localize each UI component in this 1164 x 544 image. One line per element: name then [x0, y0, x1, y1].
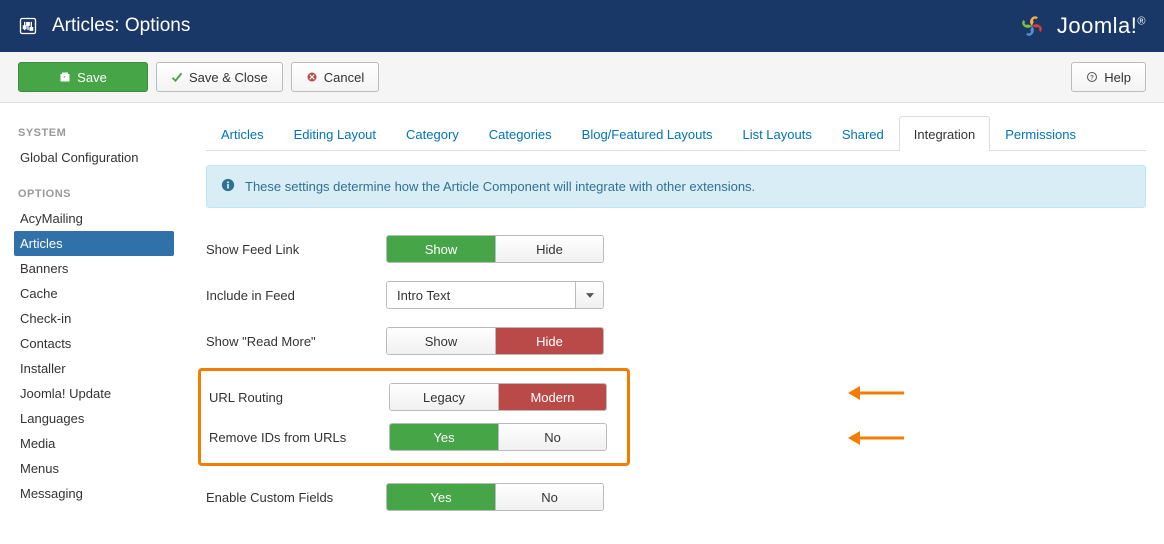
sidebar-item-menus[interactable]: Menus — [18, 456, 180, 481]
tab-editing-layout[interactable]: Editing Layout — [279, 116, 391, 151]
sidebar-group-options: OPTIONS — [18, 188, 180, 200]
opt-show[interactable]: Show — [387, 236, 495, 262]
field-custom-fields: Enable Custom Fields Yes No — [206, 474, 1146, 520]
cancel-label: Cancel — [324, 70, 364, 85]
opt-modern[interactable]: Modern — [498, 384, 606, 410]
opt-no[interactable]: No — [495, 484, 603, 510]
save-close-label: Save & Close — [189, 70, 268, 85]
sidebar-item-articles[interactable]: Articles — [14, 231, 174, 256]
arrow-annotation — [848, 386, 904, 400]
toggle-show-feed-link[interactable]: Show Hide — [386, 235, 604, 263]
tab-shared[interactable]: Shared — [827, 116, 899, 151]
field-show-read-more: Show "Read More" Show Hide — [206, 318, 1146, 364]
sidebar-item-languages[interactable]: Languages — [18, 406, 180, 431]
sidebar-group-system: SYSTEM — [18, 127, 180, 139]
field-show-feed-link: Show Feed Link Show Hide — [206, 226, 1146, 272]
top-header: Articles: Options Joomla!® — [0, 0, 1164, 52]
save-close-button[interactable]: Save & Close — [156, 62, 283, 92]
cancel-button[interactable]: Cancel — [291, 62, 379, 92]
opt-hide[interactable]: Hide — [495, 328, 603, 354]
alert-text: These settings determine how the Article… — [245, 179, 755, 194]
chevron-down-icon[interactable] — [575, 282, 603, 308]
toggle-show-read-more[interactable]: Show Hide — [386, 327, 604, 355]
tab-category[interactable]: Category — [391, 116, 474, 151]
field-remove-ids: Remove IDs from URLs Yes No — [201, 417, 619, 457]
sidebar-item-acymailing[interactable]: AcyMailing — [18, 206, 180, 231]
sidebar-item-messaging[interactable]: Messaging — [18, 481, 180, 506]
info-alert: These settings determine how the Article… — [206, 165, 1146, 208]
opt-legacy[interactable]: Legacy — [390, 384, 498, 410]
opt-hide[interactable]: Hide — [495, 236, 603, 262]
sidebar-item-cache[interactable]: Cache — [18, 281, 180, 306]
label-custom-fields: Enable Custom Fields — [206, 490, 386, 505]
brand-text: Joomla! — [1057, 13, 1138, 38]
info-icon — [221, 178, 235, 195]
cancel-icon — [306, 71, 318, 83]
label-show-feed-link: Show Feed Link — [206, 242, 386, 257]
sidebar-item-installer[interactable]: Installer — [18, 356, 180, 381]
tab-permissions[interactable]: Permissions — [990, 116, 1091, 151]
sidebar-item-banners[interactable]: Banners — [18, 256, 180, 281]
action-toolbar: Save Save & Close Cancel ? Help — [0, 52, 1164, 103]
sidebar: SYSTEM Global Configuration OPTIONS AcyM… — [0, 103, 180, 544]
page-title: Articles: Options — [52, 15, 190, 37]
sidebar-item-media[interactable]: Media — [18, 431, 180, 456]
highlight-annotation: URL Routing Legacy Modern Remove IDs fro… — [198, 368, 630, 466]
opt-show[interactable]: Show — [387, 328, 495, 354]
sidebar-item-joomla-update[interactable]: Joomla! Update — [18, 381, 180, 406]
tab-categories[interactable]: Categories — [474, 116, 567, 151]
select-value: Intro Text — [387, 282, 575, 308]
main-panel: ArticlesEditing LayoutCategoryCategories… — [180, 103, 1164, 544]
help-label: Help — [1104, 70, 1131, 85]
label-show-read-more: Show "Read More" — [206, 334, 386, 349]
opt-yes[interactable]: Yes — [390, 424, 498, 450]
sliders-icon — [18, 16, 38, 36]
tab-blog-featured-layouts[interactable]: Blog/Featured Layouts — [567, 116, 728, 151]
label-url-routing: URL Routing — [209, 390, 389, 405]
joomla-icon — [1015, 9, 1049, 43]
help-icon: ? — [1086, 71, 1098, 83]
select-include-in-feed[interactable]: Intro Text — [386, 281, 604, 309]
svg-text:?: ? — [1090, 75, 1094, 81]
sidebar-item-global-configuration[interactable]: Global Configuration — [18, 145, 180, 170]
help-button[interactable]: ? Help — [1071, 62, 1146, 92]
label-remove-ids: Remove IDs from URLs — [209, 430, 389, 445]
sidebar-item-contacts[interactable]: Contacts — [18, 331, 180, 356]
arrow-annotation — [848, 431, 904, 445]
tab-integration[interactable]: Integration — [899, 116, 990, 151]
brand-logo: Joomla!® — [1015, 9, 1146, 43]
save-button[interactable]: Save — [18, 62, 148, 92]
toggle-remove-ids[interactable]: Yes No — [389, 423, 607, 451]
opt-no[interactable]: No — [498, 424, 606, 450]
check-icon — [171, 71, 183, 83]
field-include-in-feed: Include in Feed Intro Text — [206, 272, 1146, 318]
label-include-in-feed: Include in Feed — [206, 288, 386, 303]
tab-articles[interactable]: Articles — [206, 116, 279, 151]
tab-list-layouts[interactable]: List Layouts — [727, 116, 826, 151]
field-url-routing: URL Routing Legacy Modern — [201, 377, 619, 417]
opt-yes[interactable]: Yes — [387, 484, 495, 510]
tab-bar: ArticlesEditing LayoutCategoryCategories… — [206, 115, 1146, 151]
toggle-url-routing[interactable]: Legacy Modern — [389, 383, 607, 411]
toggle-custom-fields[interactable]: Yes No — [386, 483, 604, 511]
check-icon — [59, 71, 71, 83]
save-label: Save — [77, 70, 107, 85]
sidebar-item-check-in[interactable]: Check-in — [18, 306, 180, 331]
